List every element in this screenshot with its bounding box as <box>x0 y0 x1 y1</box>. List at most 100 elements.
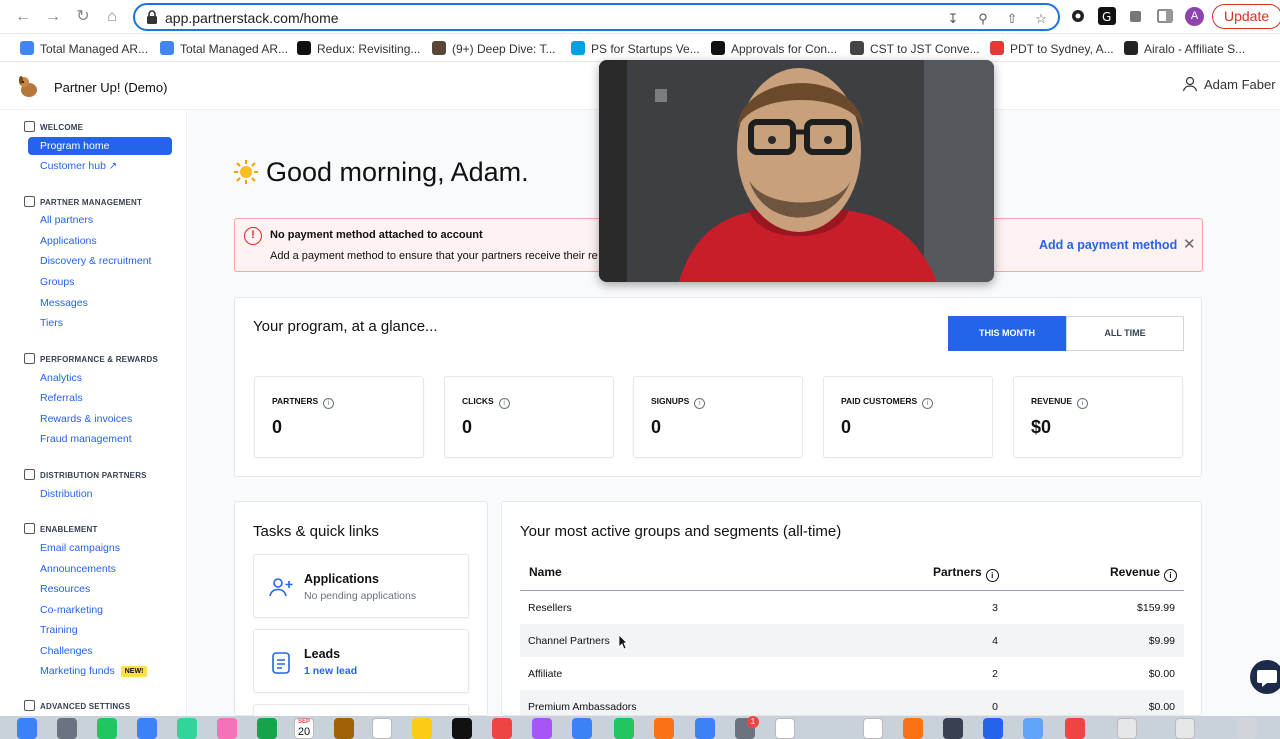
bookmark-item[interactable]: Redux: Revisiting... <box>297 41 420 56</box>
messages-icon[interactable] <box>97 718 117 739</box>
sidebar-item[interactable]: All partners <box>40 214 93 226</box>
task-subtitle[interactable]: 1 new lead <box>304 665 357 677</box>
section-icon <box>24 353 35 364</box>
sidebar-item[interactable]: Distribution <box>40 488 93 500</box>
task-link-card[interactable]: Applications No pending applications <box>253 554 469 618</box>
profile-avatar[interactable]: A <box>1185 7 1204 26</box>
sidebar-item[interactable]: Email campaigns <box>40 542 120 554</box>
sidebar-item-label: Marketing funds <box>40 665 115 677</box>
info-icon[interactable]: i <box>694 398 706 409</box>
table-row[interactable]: Affiliate 2 $0.00 <box>520 657 1184 690</box>
bookmark-item[interactable]: PS for Startups Ve... <box>571 41 700 56</box>
info-icon[interactable]: i <box>1164 569 1178 582</box>
maps-icon[interactable] <box>177 718 197 739</box>
close-icon[interactable]: ✕ <box>1183 235 1196 253</box>
sidebar-item[interactable]: Customer hub ↗ <box>40 160 117 172</box>
sidebar-item[interactable]: Discovery & recruitment <box>40 255 151 267</box>
chat-icon <box>1257 670 1277 687</box>
quicktime-icon[interactable] <box>943 718 963 739</box>
podcasts-icon[interactable] <box>532 718 552 739</box>
bookmark-item[interactable]: PDT to Sydney, A... <box>990 41 1114 56</box>
system-settings-icon[interactable]: 1 <box>735 716 759 739</box>
notes-icon[interactable] <box>412 718 432 739</box>
sidebar-item[interactable]: Fraud management <box>40 433 132 445</box>
bookmark-item[interactable]: Total Managed AR... <box>160 41 288 56</box>
table-row[interactable]: Premium Ambassadors 0 $0.00 <box>520 690 1184 715</box>
preview-icon[interactable] <box>1023 718 1043 739</box>
calendar-icon[interactable]: SEP 20 <box>294 718 314 739</box>
sidebar-item[interactable]: Announcements <box>40 563 116 575</box>
sidebar-item[interactable]: Program home <box>28 137 172 155</box>
reload-icon[interactable]: ↻ <box>74 8 92 26</box>
sidebar-item[interactable]: Training <box>40 624 78 636</box>
folder-icon[interactable] <box>1175 718 1195 739</box>
bookmark-item[interactable]: Approvals for Con... <box>711 41 837 56</box>
chat-widget-button[interactable] <box>1250 660 1280 694</box>
table-row[interactable]: Resellers 3 $159.99 <box>520 591 1184 624</box>
slack-icon[interactable] <box>863 718 883 739</box>
sidebar-item[interactable]: Analytics <box>40 372 82 384</box>
home-icon[interactable]: ⌂ <box>103 8 121 26</box>
facetime-icon[interactable] <box>257 718 277 739</box>
grammarly-icon[interactable]: G <box>1098 7 1116 25</box>
document-icon <box>272 652 290 674</box>
sidebar-item[interactable]: Resources <box>40 583 90 595</box>
sidebar-item[interactable]: Applications <box>40 235 97 247</box>
numbers-icon[interactable] <box>614 718 634 739</box>
keynote-icon[interactable] <box>572 718 592 739</box>
sidebar-item[interactable]: Referrals <box>40 392 83 404</box>
download-icon[interactable]: ↧ <box>945 11 961 27</box>
bookmark-label: Redux: Revisiting... <box>317 42 421 56</box>
address-bar[interactable]: app.partnerstack.com/home ↧ ⚲ ⇧ ☆ <box>133 3 1060 31</box>
trash-icon[interactable] <box>1237 718 1257 739</box>
back-icon[interactable]: ← <box>14 8 32 26</box>
user-menu[interactable]: Adam Faber <box>1182 76 1276 92</box>
add-payment-method-link[interactable]: Add a payment method <box>1039 238 1177 252</box>
update-button[interactable]: Update <box>1212 4 1280 29</box>
sidebar-item[interactable]: Groups <box>40 276 74 288</box>
notes-app-icon[interactable] <box>334 718 354 739</box>
info-icon[interactable]: i <box>922 398 934 409</box>
pages-icon[interactable] <box>654 718 674 739</box>
task-link-card[interactable]: Leads 1 new lead <box>253 629 469 693</box>
info-icon[interactable]: i <box>323 398 335 409</box>
bookmark-star-icon[interactable]: ☆ <box>1033 11 1049 27</box>
sidebar-item[interactable]: Marketing funds NEW! <box>40 665 148 677</box>
music-icon[interactable] <box>492 718 512 739</box>
sidebar-item[interactable]: Challenges <box>40 645 93 657</box>
side-panel-icon[interactable] <box>1156 7 1174 25</box>
chrome-icon[interactable] <box>775 718 795 739</box>
user-icon <box>1182 76 1198 92</box>
share-icon[interactable]: ⇧ <box>1004 11 1020 27</box>
documents-icon[interactable] <box>1117 718 1137 739</box>
reminders-icon[interactable] <box>372 718 392 739</box>
this-month-toggle[interactable]: THIS MONTH <box>948 316 1066 351</box>
vlc-icon[interactable] <box>903 718 923 739</box>
mail-icon[interactable] <box>137 718 157 739</box>
bookmark-item[interactable]: CST to JST Conve... <box>850 41 980 56</box>
video-call-overlay[interactable] <box>599 60 994 282</box>
extension-gear-icon[interactable] <box>1069 7 1087 25</box>
all-time-toggle[interactable]: ALL TIME <box>1066 316 1184 351</box>
sidebar-item[interactable]: Tiers <box>40 317 63 329</box>
sidebar-item[interactable]: Messages <box>40 297 88 309</box>
bookmark-item[interactable]: Airalo - Affiliate S... <box>1124 41 1245 56</box>
tv-icon[interactable] <box>452 718 472 739</box>
bookmark-item[interactable]: Total Managed AR... <box>20 41 148 56</box>
groups-title: Your most active groups and segments (al… <box>520 523 842 540</box>
forward-icon[interactable]: → <box>44 8 62 26</box>
bookmark-item[interactable]: (9+) Deep Dive: T... <box>432 41 556 56</box>
sidebar-item[interactable]: Rewards & invoices <box>40 413 132 425</box>
ftp-icon[interactable] <box>1065 718 1085 739</box>
photos-icon[interactable] <box>217 718 237 739</box>
info-icon[interactable]: i <box>985 569 999 582</box>
info-icon[interactable]: i <box>498 398 510 409</box>
zoom-icon[interactable]: ⚲ <box>975 11 991 27</box>
extensions-puzzle-icon[interactable] <box>1127 7 1145 25</box>
finder-icon[interactable] <box>17 718 37 739</box>
app-store-icon[interactable] <box>695 718 715 739</box>
launchpad-icon[interactable] <box>57 718 77 739</box>
info-icon[interactable]: i <box>1077 398 1089 409</box>
sidebar-item[interactable]: Co-marketing <box>40 604 103 616</box>
zoom-icon[interactable] <box>983 718 1003 739</box>
